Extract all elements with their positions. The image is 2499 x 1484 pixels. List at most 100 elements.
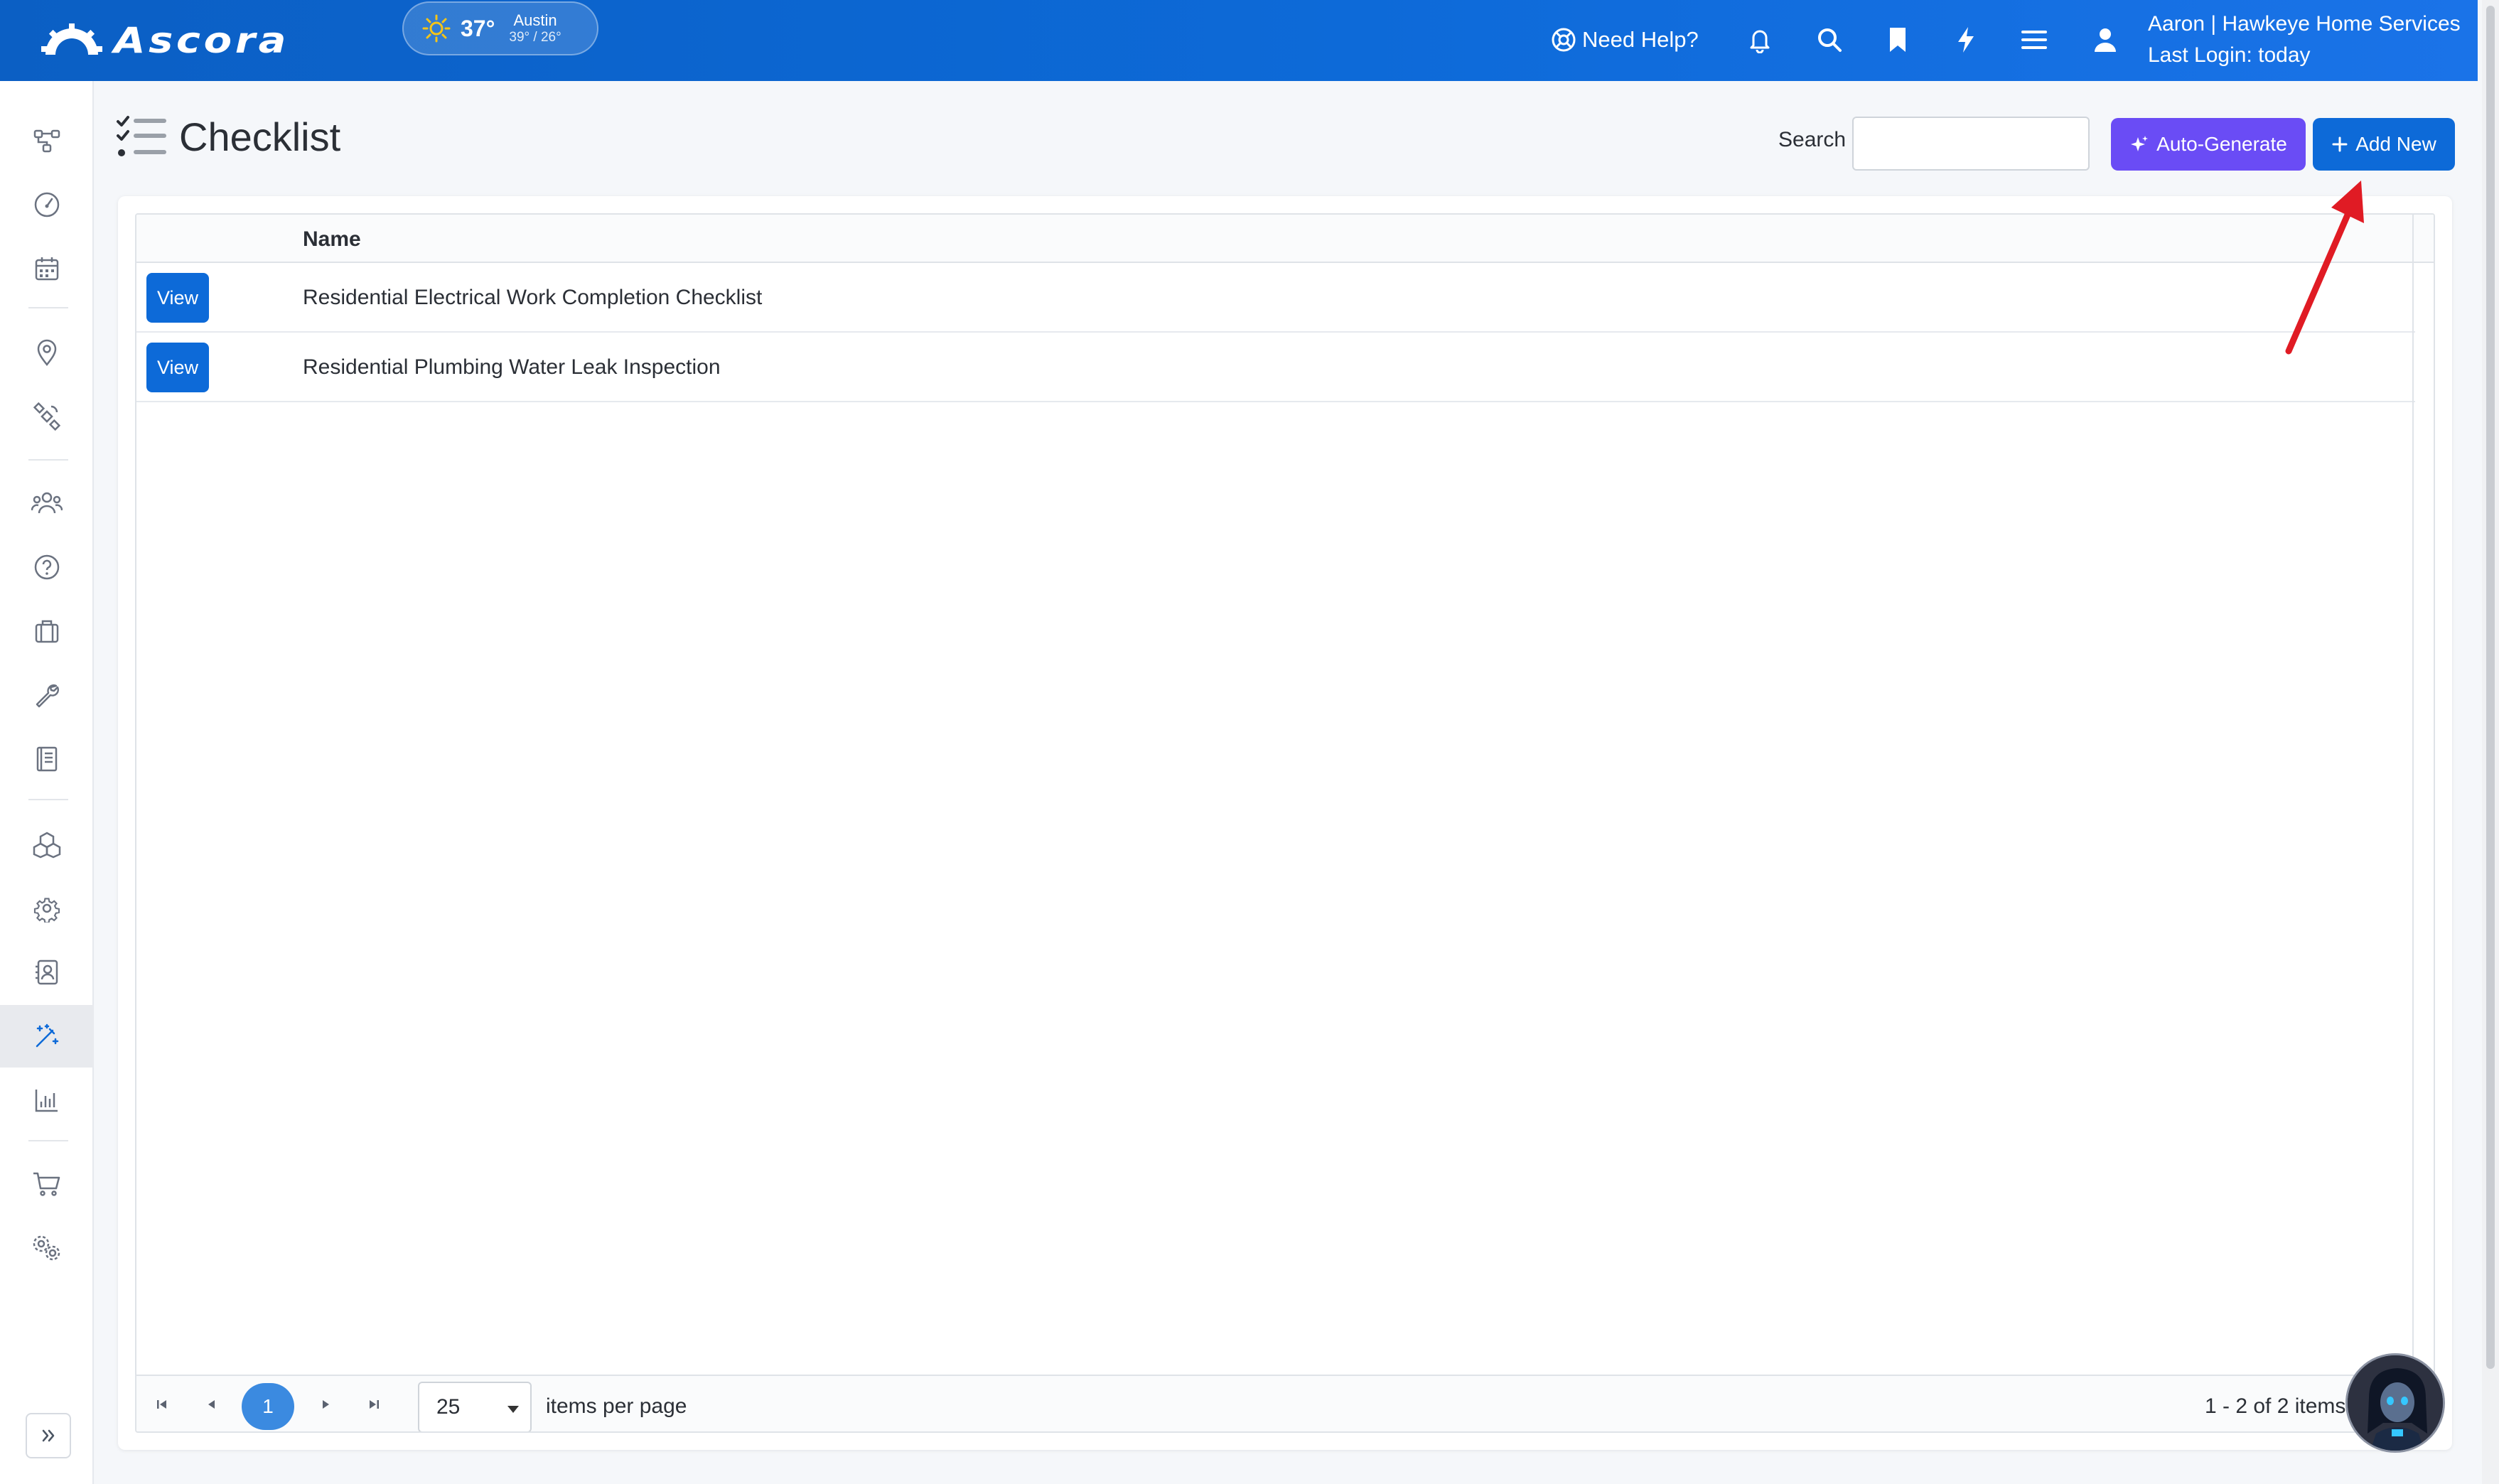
last-login: Last Login: today bbox=[2148, 43, 2311, 67]
next-page-button[interactable] bbox=[307, 1386, 344, 1423]
wrench-icon bbox=[36, 684, 60, 708]
sidebar-item-shop[interactable] bbox=[0, 1153, 94, 1215]
sidebar-item-calendar[interactable] bbox=[0, 237, 94, 300]
sidebar-expand-button[interactable] bbox=[26, 1413, 71, 1458]
page-title: Checklist bbox=[179, 114, 341, 159]
add-new-button[interactable]: Add New bbox=[2313, 118, 2455, 171]
need-help-label: Need Help? bbox=[1582, 27, 1699, 52]
magic-wand-icon bbox=[36, 1023, 59, 1048]
sidebar-item-dashboard[interactable] bbox=[0, 173, 94, 236]
table-row: View Residential Plumbing Water Leak Ins… bbox=[136, 333, 2415, 402]
checklist-grid: Name View Residential Electrical Work Co… bbox=[135, 213, 2435, 1433]
pager-info: 1 - 2 of 2 items bbox=[2205, 1394, 2346, 1418]
sidebar-item-jobs[interactable] bbox=[0, 600, 94, 662]
auto-generate-label: Auto-Generate bbox=[2156, 133, 2287, 155]
sidebar-item-checklist-tools[interactable] bbox=[0, 1005, 94, 1068]
checklist-card: Name View Residential Electrical Work Co… bbox=[118, 196, 2452, 1450]
previous-icon bbox=[208, 1400, 215, 1409]
satellite-icon bbox=[33, 402, 61, 431]
annotation-arrow-icon bbox=[2285, 181, 2364, 355]
sidebar-item-maintenance[interactable] bbox=[0, 664, 94, 726]
calendar-icon bbox=[35, 257, 59, 281]
sidebar-item-tracking[interactable] bbox=[0, 385, 94, 448]
last-page-icon bbox=[370, 1400, 379, 1409]
sparkle-icon bbox=[2131, 136, 2149, 151]
sidebar-item-admin[interactable] bbox=[0, 1217, 94, 1279]
search-input[interactable] bbox=[1852, 117, 2090, 171]
checklist-icon bbox=[117, 115, 166, 156]
user-info[interactable]: Aaron | Hawkeye Home Services Last Login… bbox=[2148, 9, 2461, 71]
view-button[interactable]: View bbox=[146, 273, 209, 323]
sidebar-item-settings[interactable] bbox=[0, 877, 94, 940]
lifebuoy-icon bbox=[1552, 28, 1576, 52]
sidebar-item-reports[interactable] bbox=[0, 1069, 94, 1131]
cart-icon bbox=[33, 1172, 60, 1196]
search-label: Search bbox=[1778, 128, 1847, 151]
chevrons-right-icon bbox=[42, 1429, 55, 1442]
grid-scrollbar[interactable] bbox=[2412, 263, 2434, 1375]
table-row: View Residential Electrical Work Complet… bbox=[136, 263, 2415, 333]
assistant-character-icon bbox=[2348, 1355, 2443, 1451]
contacts-icon bbox=[36, 959, 58, 985]
weather-temp: 37° bbox=[461, 15, 495, 41]
sidebar-item-customers[interactable] bbox=[0, 472, 94, 534]
search-icon[interactable] bbox=[1811, 21, 1848, 58]
need-help-link[interactable]: Need Help? bbox=[1551, 21, 1699, 58]
sidebar-item-locations[interactable] bbox=[0, 321, 94, 384]
help-circle-icon bbox=[34, 554, 60, 580]
previous-page-button[interactable] bbox=[193, 1386, 230, 1423]
plus-icon bbox=[2332, 136, 2348, 152]
brand-name: Ascora bbox=[114, 20, 290, 61]
sidebar-item-help[interactable] bbox=[0, 536, 94, 598]
next-icon bbox=[323, 1400, 329, 1409]
first-page-button[interactable] bbox=[144, 1386, 181, 1423]
first-page-icon bbox=[157, 1400, 166, 1409]
grid-header: Name bbox=[136, 215, 2415, 263]
row-name-cell: Residential Electrical Work Completion C… bbox=[303, 286, 763, 309]
users-icon bbox=[31, 492, 63, 514]
sidebar-item-documents[interactable] bbox=[0, 728, 94, 790]
row-name-cell: Residential Plumbing Water Leak Inspecti… bbox=[303, 355, 721, 379]
last-page-button[interactable] bbox=[355, 1386, 392, 1423]
app-logo[interactable]: Ascora bbox=[40, 18, 286, 63]
menu-icon[interactable] bbox=[2016, 21, 2053, 58]
pager: 1 25 items per page 1 - 2 of 2 items bbox=[136, 1375, 2434, 1431]
lightning-icon[interactable] bbox=[1947, 21, 1984, 58]
grid-body: View Residential Electrical Work Complet… bbox=[136, 263, 2415, 402]
user-name-company: Aaron | Hawkeye Home Services bbox=[2148, 12, 2461, 36]
user-icon[interactable] bbox=[2087, 21, 2124, 58]
sidebar-item-contacts[interactable] bbox=[0, 941, 94, 1004]
items-per-page-label: items per page bbox=[546, 1394, 687, 1418]
sidebar-item-inventory[interactable] bbox=[0, 813, 94, 876]
page-header: Checklist bbox=[115, 114, 340, 160]
settings-icon bbox=[33, 898, 60, 923]
page-scrollbar[interactable] bbox=[2482, 0, 2499, 1484]
notifications-bell-icon[interactable] bbox=[1741, 21, 1778, 58]
auto-generate-button[interactable]: Auto-Generate bbox=[2111, 118, 2306, 171]
book-icon bbox=[36, 746, 58, 772]
bar-chart-icon bbox=[35, 1090, 58, 1112]
map-pin-icon bbox=[37, 339, 57, 367]
sidebar bbox=[0, 81, 94, 1484]
page-size-select[interactable]: 25 bbox=[418, 1382, 532, 1431]
boxes-icon bbox=[33, 832, 61, 859]
sidebar-item-workflow[interactable] bbox=[0, 109, 94, 172]
current-page-number[interactable]: 1 bbox=[242, 1383, 294, 1430]
top-bar: Ascora 37° Austin 39° / 26° Need Help? A… bbox=[0, 0, 2478, 81]
weather-widget[interactable]: 37° Austin 39° / 26° bbox=[402, 1, 598, 55]
gear-logo-icon bbox=[41, 23, 102, 55]
workflow-icon bbox=[33, 129, 60, 153]
sun-icon bbox=[422, 14, 451, 43]
weather-range: 39° / 26° bbox=[509, 30, 561, 45]
gears-icon bbox=[33, 1235, 60, 1261]
bookmark-icon[interactable] bbox=[1879, 21, 1916, 58]
briefcase-icon bbox=[35, 620, 59, 643]
column-header-name[interactable]: Name bbox=[303, 227, 361, 252]
page-size-value: 25 bbox=[436, 1395, 461, 1419]
weather-city: Austin bbox=[513, 11, 557, 29]
dashboard-gauge-icon bbox=[34, 192, 60, 217]
assistant-avatar[interactable] bbox=[2345, 1353, 2445, 1453]
add-new-label: Add New bbox=[2355, 133, 2436, 155]
view-button[interactable]: View bbox=[146, 343, 209, 392]
chevron-down-icon bbox=[507, 1406, 519, 1413]
